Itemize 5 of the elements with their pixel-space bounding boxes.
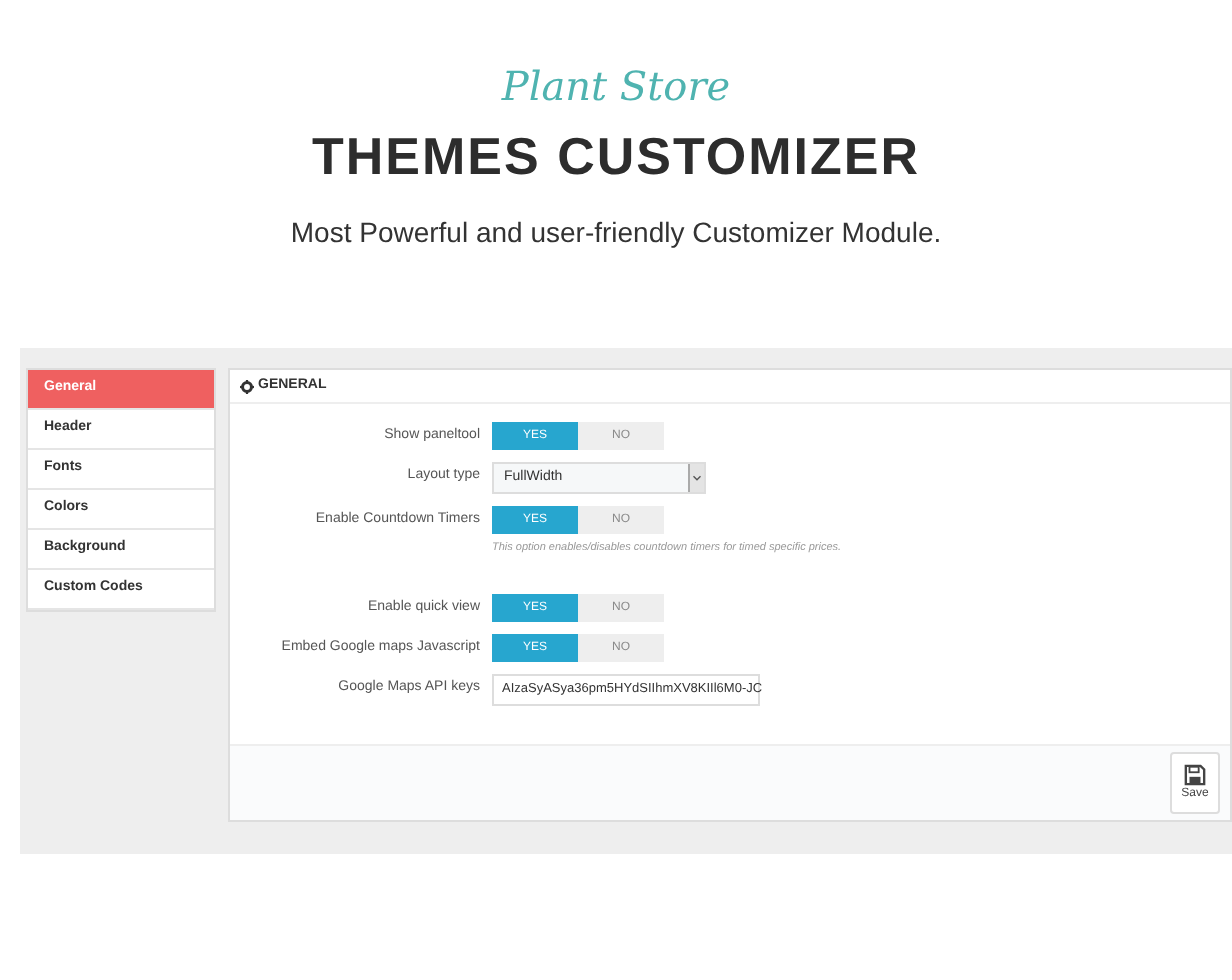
caret-icon bbox=[688, 464, 704, 492]
page-subtitle: Most Powerful and user-friendly Customizer Module. bbox=[290, 214, 942, 252]
gear-icon bbox=[240, 379, 254, 393]
brand-title: Plant Store bbox=[501, 60, 731, 112]
page-title: THEMES CUSTOMIZER bbox=[312, 124, 920, 188]
